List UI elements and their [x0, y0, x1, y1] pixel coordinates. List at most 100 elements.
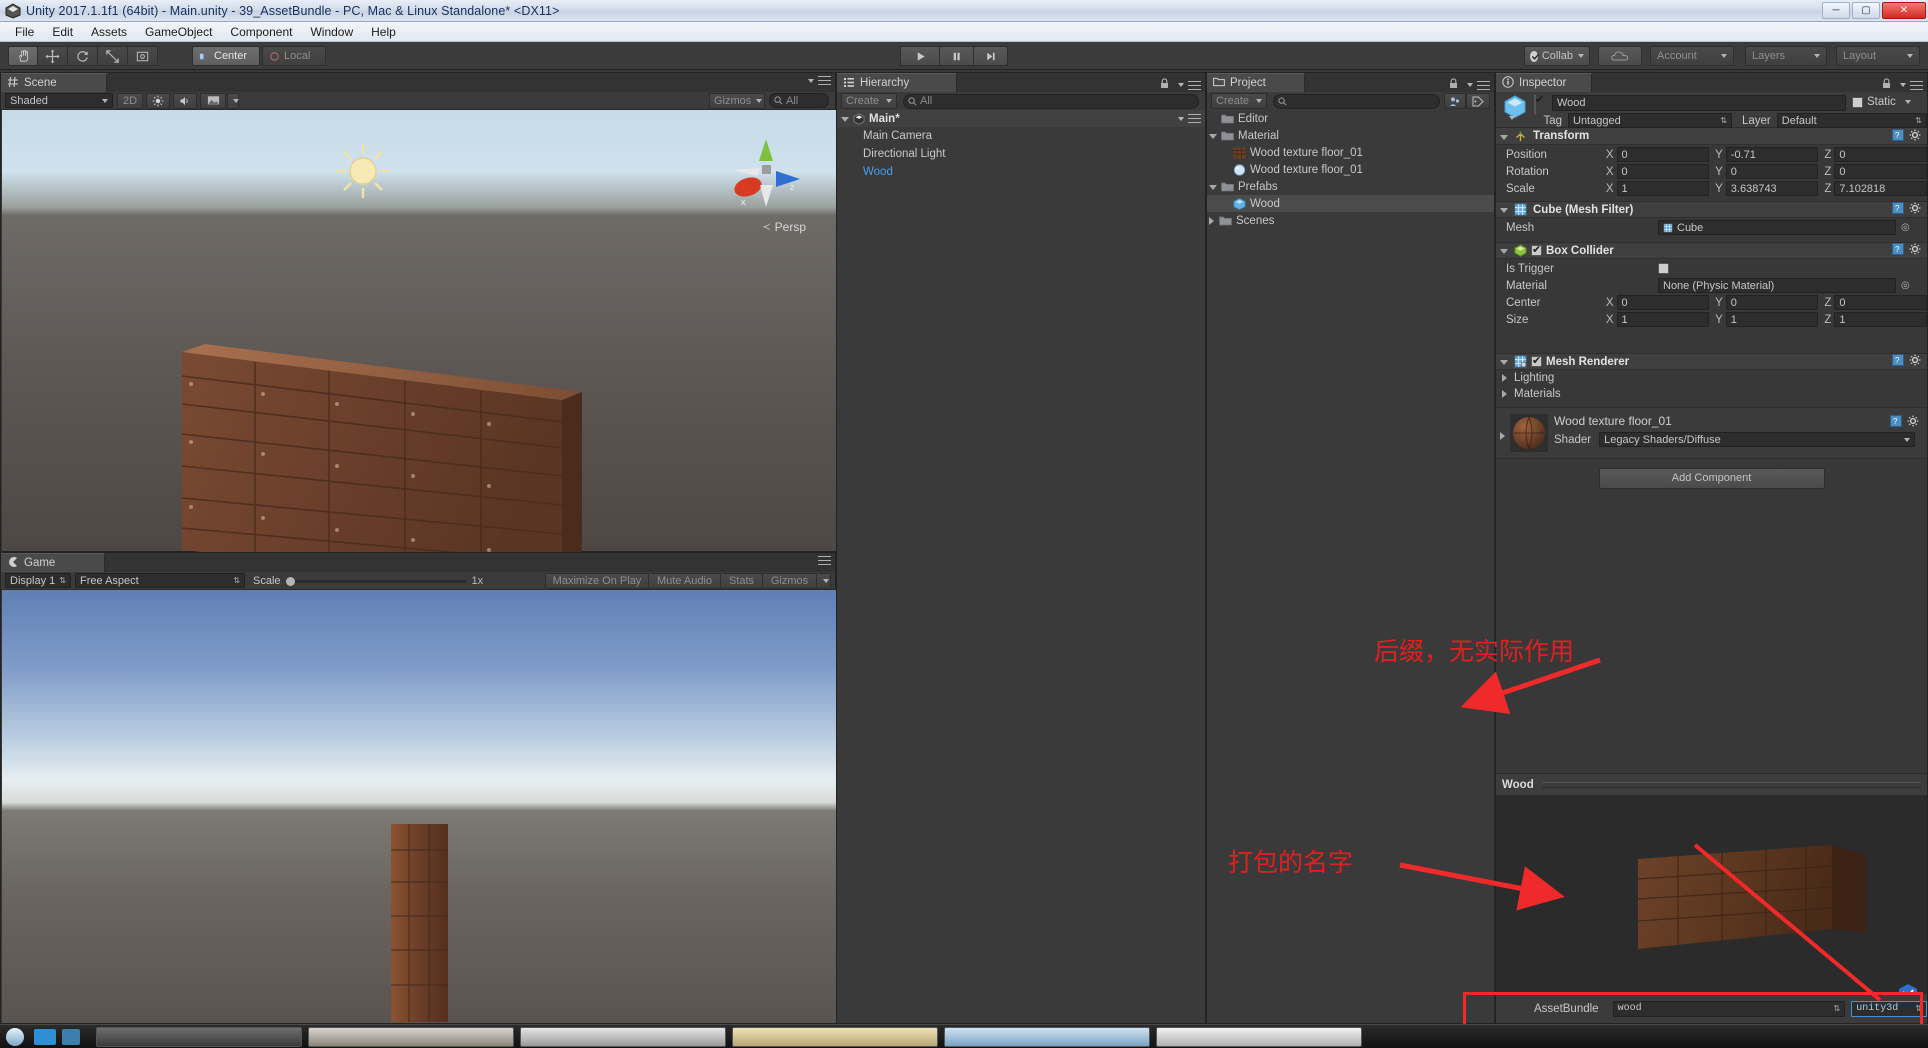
game-aspect-dropdown[interactable]: Free Aspect ⇅: [75, 573, 245, 588]
tab-inspector[interactable]: Inspector: [1496, 73, 1592, 92]
gameobject-name-input[interactable]: Wood: [1552, 95, 1846, 111]
taskbar-icon-1[interactable]: [34, 1029, 56, 1045]
object-picker-icon[interactable]: ◎: [1901, 280, 1910, 291]
taskbar-window-5[interactable]: [944, 1027, 1150, 1047]
chevron-down-icon[interactable]: [1500, 360, 1508, 365]
scale-z-input[interactable]: 7.102818: [1834, 181, 1927, 196]
scale-y-input[interactable]: 3.638743: [1726, 181, 1819, 196]
panel-menu-icon[interactable]: [818, 556, 831, 565]
project-item-material-folder[interactable]: Material: [1207, 127, 1494, 144]
chevron-right-icon[interactable]: [1502, 374, 1507, 382]
chevron-down-icon[interactable]: [1209, 134, 1217, 139]
rotate-tool-icon[interactable]: [68, 46, 98, 66]
settings-gear-icon[interactable]: [1909, 202, 1921, 217]
project-create-button[interactable]: Create: [1211, 93, 1267, 109]
pause-button[interactable]: [940, 46, 974, 66]
hierarchy-create-button[interactable]: Create: [841, 93, 897, 109]
size-x-input[interactable]: 1: [1617, 312, 1710, 327]
panel-menu-icon[interactable]: [1188, 81, 1201, 90]
chevron-right-icon[interactable]: [1500, 432, 1505, 440]
hierarchy-scene-root[interactable]: Main*: [837, 110, 1205, 127]
rect-tool-icon[interactable]: [128, 46, 158, 66]
menu-item-gameobject[interactable]: GameObject: [136, 23, 221, 41]
taskbar-window-6[interactable]: [1156, 1027, 1362, 1047]
box-collider-enabled-checkbox[interactable]: [1531, 245, 1542, 256]
menu-item-help[interactable]: Help: [362, 23, 405, 41]
mute-audio-button[interactable]: Mute Audio: [649, 573, 721, 589]
mesh-filter-header[interactable]: Cube (Mesh Filter) ?: [1496, 201, 1927, 218]
project-item-wood-texture[interactable]: Wood texture floor_01: [1207, 144, 1494, 161]
scene-lighting-icon[interactable]: [146, 93, 170, 109]
scene-gizmos-button[interactable]: Gizmos: [709, 93, 765, 109]
start-button[interactable]: [6, 1028, 24, 1046]
step-button[interactable]: [974, 46, 1008, 66]
help-icon[interactable]: ?: [1890, 414, 1902, 432]
menu-item-window[interactable]: Window: [301, 23, 362, 41]
scene-viewport[interactable]: z x ≺ Persp: [2, 110, 836, 551]
chevron-down-icon[interactable]: [1905, 100, 1911, 104]
shader-dropdown[interactable]: Legacy Shaders/Diffuse: [1599, 432, 1915, 447]
add-component-button[interactable]: Add Component: [1599, 468, 1825, 489]
scene-audio-icon[interactable]: [173, 93, 197, 109]
game-scale-slider[interactable]: [286, 575, 466, 587]
mesh-renderer-enabled-checkbox[interactable]: [1531, 356, 1542, 367]
tab-game[interactable]: Game: [1, 553, 105, 572]
mesh-object-field[interactable]: Cube: [1658, 220, 1896, 235]
panel-menu-icon[interactable]: [1910, 81, 1923, 90]
stats-button[interactable]: Stats: [721, 573, 763, 589]
menu-item-component[interactable]: Component: [221, 23, 301, 41]
project-item-editor[interactable]: Editor: [1207, 110, 1494, 127]
scene-projection-toggle[interactable]: ≺ Persp: [762, 220, 806, 234]
preview-viewport[interactable]: [1496, 795, 1927, 999]
project-item-prefabs-folder[interactable]: Prefabs: [1207, 178, 1494, 195]
layout-button[interactable]: Layout: [1836, 46, 1920, 66]
position-x-input[interactable]: 0: [1617, 147, 1710, 162]
panel-menu-icon[interactable]: [818, 76, 831, 85]
size-z-input[interactable]: 1: [1834, 312, 1927, 327]
chevron-down-icon[interactable]: [1500, 249, 1508, 254]
game-display-dropdown[interactable]: Display 1 ⇅: [5, 573, 71, 588]
move-tool-icon[interactable]: [38, 46, 68, 66]
window-controls[interactable]: ─ ▢ ✕: [1822, 2, 1926, 19]
rotation-z-input[interactable]: 0: [1834, 164, 1927, 179]
settings-gear-icon[interactable]: [1909, 354, 1921, 369]
hierarchy-item-wood[interactable]: Wood: [837, 163, 1205, 181]
center-z-input[interactable]: 0: [1834, 295, 1927, 310]
project-item-scenes-folder[interactable]: Scenes: [1207, 212, 1494, 229]
cloud-button[interactable]: [1598, 46, 1642, 66]
scene-fx-dropdown[interactable]: [227, 93, 239, 109]
taskbar-window-2[interactable]: [308, 1027, 514, 1047]
draw-mode-dropdown[interactable]: Shaded: [5, 93, 113, 108]
maximize-button[interactable]: ▢: [1852, 2, 1880, 19]
rotation-y-input[interactable]: 0: [1726, 164, 1819, 179]
chevron-right-icon[interactable]: [1502, 390, 1507, 398]
preview-resize-handle[interactable]: [1542, 782, 1921, 788]
scale-tool-icon[interactable]: [98, 46, 128, 66]
close-button[interactable]: ✕: [1882, 2, 1926, 19]
lighting-foldout[interactable]: Lighting: [1496, 370, 1927, 386]
project-item-wood-material[interactable]: Wood texture floor_01: [1207, 161, 1494, 178]
game-panel-menu[interactable]: [818, 556, 831, 565]
menu-item-file[interactable]: File: [6, 23, 43, 41]
scene-menu-icon[interactable]: [1188, 114, 1201, 123]
checkbox-icon[interactable]: [1852, 97, 1863, 108]
hierarchy-item-main-camera[interactable]: Main Camera: [837, 127, 1205, 145]
layers-button[interactable]: Layers: [1745, 46, 1827, 66]
account-button[interactable]: Account: [1650, 46, 1734, 66]
toggle-2d-button[interactable]: 2D: [117, 93, 143, 109]
tab-scene[interactable]: Scene: [1, 73, 107, 92]
chevron-right-icon[interactable]: [1209, 217, 1214, 225]
transform-header[interactable]: Transform ?: [1496, 128, 1927, 145]
chevron-down-icon[interactable]: [841, 117, 849, 122]
help-icon[interactable]: ?: [1892, 202, 1904, 217]
taskbar-window-4[interactable]: [732, 1027, 938, 1047]
scene-fx-icon[interactable]: [200, 93, 226, 109]
pivot-mode-button[interactable]: Center: [192, 46, 260, 66]
settings-gear-icon[interactable]: [1907, 414, 1919, 432]
rotation-x-input[interactable]: 0: [1617, 164, 1710, 179]
center-x-input[interactable]: 0: [1617, 295, 1710, 310]
position-z-input[interactable]: 0: [1834, 147, 1927, 162]
taskbar-window-3[interactable]: [520, 1027, 726, 1047]
project-filter-label-icon[interactable]: [1466, 93, 1490, 109]
game-viewport[interactable]: [2, 590, 836, 1023]
